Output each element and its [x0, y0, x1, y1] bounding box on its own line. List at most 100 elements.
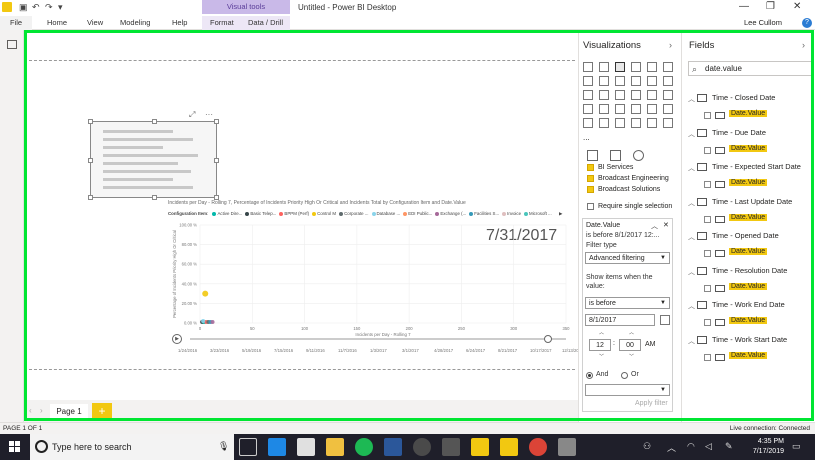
calendar-icon[interactable]: [660, 315, 670, 325]
field-name[interactable]: Date.Value: [729, 213, 768, 221]
field-table[interactable]: ︿ Time - Work Start Date Date.Value: [688, 334, 812, 368]
spotify-icon[interactable]: [355, 438, 373, 456]
python-visual-visual-icon[interactable]: [647, 118, 657, 128]
checkbox[interactable]: [587, 175, 594, 182]
report-view-icon[interactable]: [7, 40, 17, 49]
minimize-button[interactable]: —: [739, 1, 749, 12]
more-visuals-icon[interactable]: ...: [583, 133, 590, 142]
checkbox[interactable]: [587, 186, 594, 193]
treemap-visual-icon[interactable]: [647, 90, 657, 100]
hour-up-icon[interactable]: ︿: [599, 329, 604, 336]
collapse-fields-icon[interactable]: ›: [802, 40, 805, 50]
field-checkbox[interactable]: [704, 112, 711, 119]
field-table[interactable]: ︿ Time - Closed Date Date.Value: [688, 92, 812, 126]
table-visual-icon[interactable]: [599, 118, 609, 128]
tab-view[interactable]: View: [87, 18, 103, 27]
people-icon[interactable]: ⚇: [643, 441, 651, 452]
minute-up-icon[interactable]: ︿: [629, 329, 634, 336]
resize-handle[interactable]: [152, 195, 157, 200]
taskbar-search[interactable]: Type here to search 🎙: [30, 434, 234, 460]
page-tab[interactable]: Page 1: [50, 404, 88, 420]
network-icon[interactable]: ◠: [687, 441, 695, 452]
second-condition-select[interactable]: ▼: [585, 384, 670, 396]
tab-help[interactable]: Help: [172, 18, 187, 27]
list-item[interactable]: Broadcast Solutions: [583, 186, 679, 197]
date-input[interactable]: 8/1/2017: [585, 314, 655, 326]
100-column-visual-icon[interactable]: [663, 62, 673, 72]
chevron-up-icon[interactable]: ︿: [688, 198, 695, 208]
fields-search-input[interactable]: ⌕ date.value: [688, 61, 812, 76]
stacked-area-visual-icon[interactable]: [615, 76, 625, 86]
redo-icon[interactable]: ↷: [45, 2, 53, 13]
r-visual-visual-icon[interactable]: [631, 118, 641, 128]
checkbox[interactable]: [587, 203, 594, 210]
checkbox[interactable]: [587, 164, 594, 171]
help-icon[interactable]: ?: [802, 18, 812, 28]
funnel-visual-icon[interactable]: [599, 104, 609, 114]
legend-item[interactable]: EDI Public...: [408, 211, 432, 216]
restore-button[interactable]: ❐: [766, 1, 775, 12]
resize-handle[interactable]: [152, 119, 157, 124]
save-icon[interactable]: ▣: [19, 2, 28, 13]
tab-format[interactable]: Format: [210, 18, 234, 27]
file-tab[interactable]: File: [0, 16, 32, 30]
ampm-toggle[interactable]: AM: [645, 341, 656, 348]
file-explorer-icon[interactable]: [326, 438, 344, 456]
field-checkbox[interactable]: [704, 319, 711, 326]
area-visual-icon[interactable]: [599, 76, 609, 86]
field-table[interactable]: ︿ Time - Last Update Date Date.Value: [688, 196, 812, 230]
power-bi-taskbar-icon[interactable]: [500, 438, 518, 456]
field-name[interactable]: Date.Value: [729, 110, 768, 117]
selected-visual-placeholder[interactable]: [88, 119, 219, 200]
field-table[interactable]: ︿ Time - Expected Start Date Date.Value: [688, 161, 812, 195]
stacked-column-visual-icon[interactable]: [599, 62, 609, 72]
filled-map-visual-icon[interactable]: [583, 104, 593, 114]
kpi-visual-icon[interactable]: [663, 104, 673, 114]
tab-modeling[interactable]: Modeling: [120, 18, 150, 27]
single-selection-toggle[interactable]: Require single selection: [583, 203, 679, 214]
field-name[interactable]: Date.Value: [729, 144, 768, 152]
more-options-icon[interactable]: ···: [205, 110, 213, 119]
list-item[interactable]: Broadcast Engineering: [583, 175, 679, 186]
or-radio[interactable]: [621, 372, 628, 379]
pen-icon[interactable]: ✎: [725, 441, 733, 452]
word-icon[interactable]: [384, 438, 402, 456]
legend-item[interactable]: Corporate ...: [344, 211, 368, 216]
stacked-bar-visual-icon[interactable]: [583, 62, 593, 72]
field-name[interactable]: Date.Value: [729, 248, 768, 255]
resize-handle[interactable]: [214, 158, 219, 163]
chevron-up-icon[interactable]: ︿: [688, 94, 695, 104]
chevron-up-icon[interactable]: ︿: [688, 129, 695, 139]
legend-item[interactable]: BPPM (Perf): [284, 211, 309, 216]
field-checkbox[interactable]: [704, 215, 711, 223]
legend-next-icon[interactable]: ▶: [559, 211, 562, 216]
resize-handle[interactable]: [88, 195, 93, 200]
clustered-column-visual-icon[interactable]: [631, 62, 641, 72]
apply-filter-button[interactable]: Apply filter: [635, 400, 668, 407]
slicer-visual-icon[interactable]: [583, 118, 593, 128]
close-button[interactable]: ✕: [793, 1, 801, 12]
chevron-up-icon[interactable]: ︿: [688, 232, 695, 242]
next-page-icon[interactable]: ›: [40, 406, 43, 415]
legend-item[interactable]: Microsoft ...: [529, 211, 552, 216]
field-name[interactable]: Date.Value: [729, 317, 768, 324]
tray-overflow-icon[interactable]: ︿: [667, 441, 676, 454]
field-checkbox[interactable]: [704, 284, 711, 292]
clustered-bar-visual-icon[interactable]: [615, 62, 625, 72]
scatter-visual-icon[interactable]: [599, 90, 609, 100]
volume-icon[interactable]: ◁: [705, 441, 712, 452]
donut-visual-icon[interactable]: [631, 90, 641, 100]
app-icon[interactable]: [558, 438, 576, 456]
chevron-up-icon[interactable]: ︿: [688, 336, 695, 346]
field-table[interactable]: ︿ Time - Opened Date Date.Value: [688, 230, 812, 264]
format-paint-roller-icon[interactable]: [610, 150, 621, 161]
fields-well-icon[interactable]: [587, 150, 598, 161]
field-checkbox[interactable]: [704, 181, 711, 188]
waterfall-visual-icon[interactable]: [583, 90, 593, 100]
legend-item[interactable]: Database ...: [377, 211, 401, 216]
play-button[interactable]: ▶: [172, 334, 182, 344]
mail-icon[interactable]: [297, 438, 315, 456]
100-bar-visual-icon[interactable]: [647, 62, 657, 72]
map-visual-icon[interactable]: [663, 90, 673, 100]
legend-item[interactable]: Active Dire...: [217, 211, 242, 216]
